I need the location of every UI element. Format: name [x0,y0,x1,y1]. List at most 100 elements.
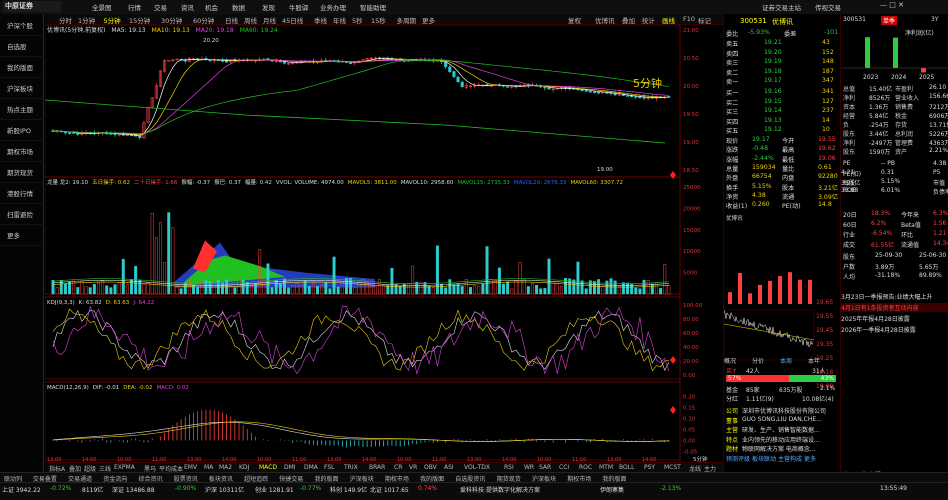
indicator-tab-30[interactable]: MCST [664,464,681,471]
news-item-3[interactable]: 2026年一季报4月28日披露 [841,325,948,334]
timeframe-5[interactable]: 60分钟 [193,15,214,25]
sidebar-item-3[interactable]: 沪深板块 [0,79,44,99]
signal-marker-icon[interactable] [670,356,676,364]
candle-body [138,135,142,138]
menu-item-4[interactable]: 机会 [205,2,218,12]
timeframe-8[interactable]: 月线 [263,15,276,25]
indicator-tab-20[interactable]: ASI [444,464,454,471]
indicator-tab-12[interactable]: DMI [284,464,296,471]
sidebar-item-10[interactable]: 更多 [0,226,44,246]
timeframe-4[interactable]: 30分钟 [161,15,182,25]
sidebar-item-0[interactable]: 沪深个股 [0,16,44,36]
toolbar-btn-4[interactable]: 画线 [662,15,675,25]
menu-item-7[interactable]: 牛股驿 [289,2,309,12]
timeframe-6[interactable]: 日线 [225,15,238,25]
stat-value2: 19.55 [818,136,836,143]
timeframe-12[interactable]: 5秒 [352,15,363,25]
mini-tab-3[interactable]: 本年 [808,356,820,365]
sidebar-item-6[interactable]: 期权市场 [0,142,44,162]
news-item-0[interactable]: 3月23日一季报预告:业绩大幅上升 [841,292,948,301]
indicator-tab-14[interactable]: FSL [324,464,335,471]
company-tab-1[interactable]: 板块联动 [752,454,776,463]
signal-marker-icon[interactable] [670,171,676,179]
timeframe-11[interactable]: 年线 [333,15,346,25]
toolbar-btn-1[interactable]: 优博讯 [595,15,615,25]
kline-chart-area[interactable]: 优博讯(5分钟,前复权) MA5: 19.13 MA10: 19.13 MA20: 1… [45,25,723,462]
sidebar-item-1[interactable]: 自选股 [0,37,44,57]
company-tab-0[interactable]: 预测评级 [726,454,750,463]
indicator-tab-27[interactable]: MTM [599,464,613,471]
menu-item-trade-main[interactable]: 证券交易主站 [762,2,801,12]
indicator-tab-7[interactable]: EMV [184,464,197,471]
menu-item-3[interactable]: 资讯 [181,2,194,12]
timeframe-13[interactable]: 15秒 [371,15,386,25]
indicator-tab-19[interactable]: OBV [424,464,437,471]
timeframe-3[interactable]: 15分钟 [129,15,150,25]
indicator-tab-10[interactable]: KDJ [239,464,249,471]
menu-item-video-trade[interactable]: 传视交易 [815,2,841,12]
signal-marker-icon[interactable] [670,406,676,414]
news-item-1[interactable]: 4月1日有1条投资者互动内容 [841,303,948,312]
window-controls[interactable]: — □ ✕ [880,1,904,9]
timeframe-10[interactable]: 季线 [314,15,327,25]
stat-value: 159034 [752,163,776,171]
mini-tab-1[interactable]: 分价 [752,356,764,365]
toolbar-btn-6[interactable]: 标记 [698,15,711,25]
sidebar-item-9[interactable]: 扫雷避险 [0,205,44,225]
indicator-tab-26[interactable]: ROC [579,464,592,471]
mini-tab-2[interactable]: 本周 [780,356,792,365]
indicator-tabs: 指标A 叠加 超级 三线 EXPMA 黑马 平均成本 EMV MA MA2 KDJ MACD DMI DM… [45,462,723,473]
price-tick: 18.50 [683,168,699,174]
menu-item-0[interactable]: 全景图 [92,2,112,12]
indicator-tab-13[interactable]: DMA [304,464,318,471]
indicator-tab-29[interactable]: PSY [644,464,655,471]
timeframe-2[interactable]: 5分钟 [104,15,121,25]
company-tab-3[interactable]: 更多 [804,454,816,463]
indicator-tab-25[interactable]: CCI [559,464,569,471]
indicator-tab-16[interactable]: BRAR [369,464,385,471]
menu-item-1[interactable]: 行情 [128,2,141,12]
sidebar-item-8[interactable]: 港股行情 [0,184,44,204]
div-label: 分红 [726,396,739,403]
news-item-2[interactable]: 2025年年报4月28日披露 [841,314,948,323]
menu-item-8[interactable]: 业务办理 [320,2,346,12]
indicator-tab-9[interactable]: MA2 [219,464,232,471]
indicator-tab-11[interactable]: MACD [259,464,277,471]
indicator-tab-15[interactable]: TRIX [344,464,358,471]
menu-item-6[interactable]: 发现 [262,2,275,12]
indicator-tab-22[interactable]: RSI [504,464,514,471]
menu-item-2[interactable]: 交易 [154,2,167,12]
indicator-tab-28[interactable]: BOLL [619,464,634,471]
sidebar-item-5[interactable]: 新股IPO [0,121,44,141]
volume-bar [349,278,353,295]
timeframe-9[interactable]: 45日线 [282,15,303,25]
profit-bar [921,68,926,73]
timeframe-14[interactable]: 多周期 [397,15,417,25]
indicator-tab-8[interactable]: MA [204,464,213,471]
indicator-tab-21[interactable]: VOL-TDX [464,464,490,471]
volume-bar [92,284,96,295]
menu-item-9[interactable]: 智能助理 [360,2,386,12]
indicator-tab-18[interactable]: VR [409,464,417,471]
indicator-tab-24[interactable]: SAR [539,464,551,471]
toolbar-btn-5[interactable]: F10 [683,15,695,23]
menu-item-5[interactable]: 数据 [232,2,245,12]
indicator-tab-23[interactable]: WR [524,464,534,471]
indicator-tab-17[interactable]: CR [394,464,402,471]
timeframe-1[interactable]: 1分钟 [78,15,95,25]
status-idx7: 北证 1017.65 [370,487,409,494]
timeframe-0[interactable]: 分时 [59,15,72,25]
indicator-tab-4[interactable]: EXPMA [114,464,135,471]
mini-tab-0[interactable]: 概况 [724,356,736,365]
timeframe-7[interactable]: 周线 [244,15,257,25]
toolbar-btn-0[interactable]: 复权 [568,15,581,25]
timeframe-15[interactable]: 更多 [422,15,435,25]
status-idx6: 科创 149.9亿 [330,487,368,494]
sidebar-item-7[interactable]: 期货现货 [0,163,44,183]
company-tab-2[interactable]: 主营构成 [778,454,802,463]
toolbar-btn-2[interactable]: 叠加 [622,15,635,25]
sidebar-item-2[interactable]: 我的版面 [0,58,44,78]
fin-tab-3y[interactable]: 3Y [931,16,938,23]
toolbar-btn-3[interactable]: 统计 [642,15,655,25]
sidebar-item-4[interactable]: 热点主题 [0,100,44,120]
